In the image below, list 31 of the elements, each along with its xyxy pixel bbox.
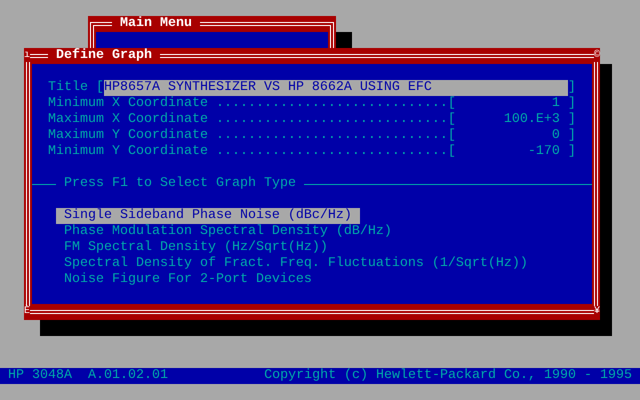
- leader-dots: [: [96, 80, 104, 96]
- menu-item[interactable]: Spectral Density of Fract. Freq. Fluctuations (1/Sqrt(Hz)): [56, 256, 536, 272]
- value-field[interactable]: -170: [456, 144, 568, 160]
- bracket: ]: [568, 80, 576, 96]
- leader-dots: .............................[: [216, 112, 456, 128]
- value-field[interactable]: 100.E+3: [456, 112, 568, 128]
- field-label: Maximum X Coordinate: [48, 112, 208, 128]
- copyright-text: Copyright (c) Hewlett-Packard Co., 1990 - 1995: [264, 368, 632, 384]
- section-heading: Press F1 to Select Graph Type: [64, 176, 296, 192]
- menu-item[interactable]: Noise Figure For 2-Port Devices: [56, 272, 320, 288]
- bracket: ]: [568, 96, 576, 112]
- field-label: Minimum X Coordinate: [48, 96, 208, 112]
- leader-dots: .............................[: [216, 144, 456, 160]
- menu-item[interactable]: FM Spectral Density (Hz/Sqrt(Hz)): [56, 240, 336, 256]
- field-label: Minimum Y Coordinate: [48, 144, 208, 160]
- corner-mark: ı: [24, 50, 30, 62]
- leader-dots: .............................[: [216, 128, 456, 144]
- window-title: Define Graph: [48, 48, 160, 64]
- bracket: ]: [568, 112, 576, 128]
- corner-mark: ©: [594, 50, 600, 62]
- version-text: HP 3048A A.01.02.01: [8, 368, 168, 384]
- field-label: Maximum Y Coordinate: [48, 128, 208, 144]
- menu-item[interactable]: Phase Modulation Spectral Density (dB/Hz): [56, 224, 400, 240]
- leader-dots: .............................[: [216, 96, 456, 112]
- field-label: Title: [48, 80, 88, 96]
- value-field[interactable]: 0: [456, 128, 568, 144]
- bracket: ]: [568, 144, 576, 160]
- value-field[interactable]: 1: [456, 96, 568, 112]
- bracket: ]: [568, 128, 576, 144]
- title-field[interactable]: HP8657A SYNTHESIZER VS HP 8662A USING EFC: [104, 80, 568, 96]
- menu-item[interactable]: Single Sideband Phase Noise (dBc/Hz): [56, 208, 360, 224]
